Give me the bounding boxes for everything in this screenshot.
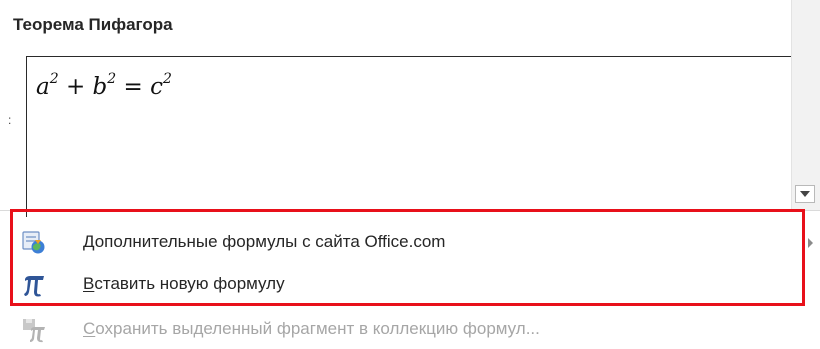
save-selection-label: Сохранить выделенный фрагмент в коллекци…	[83, 319, 540, 339]
submenu-arrow-icon	[808, 238, 813, 248]
save-formula-icon	[23, 319, 45, 343]
gallery-item-title: Теорема Пифагора	[13, 15, 173, 34]
gallery-scrollbar[interactable]	[791, 0, 820, 210]
formula-plus: +	[58, 74, 93, 100]
left-edge-glyph: :	[8, 113, 12, 127]
formula-preview[interactable]: a2 + b2 = c2	[26, 56, 793, 217]
formula-a-exponent: 2	[49, 71, 59, 87]
save-selection-to-gallery-item: Сохранить выделенный фрагмент в коллекци…	[0, 311, 820, 347]
formula-equals: =	[116, 74, 151, 100]
save-selection-accelerator: С	[83, 319, 96, 338]
formula-b-exponent: 2	[107, 71, 117, 87]
chevron-down-icon	[800, 191, 810, 197]
scroll-down-button[interactable]	[795, 185, 815, 203]
formula-c: c	[150, 74, 163, 100]
pythagorean-formula: a2 + b2 = c2	[36, 71, 172, 100]
formula-a: a	[36, 74, 50, 100]
formula-c-exponent: 2	[163, 71, 172, 87]
highlight-box	[10, 209, 805, 306]
formula-b: b	[92, 74, 108, 100]
save-selection-label-text: охранить выделенный фрагмент в коллекцию…	[95, 319, 540, 338]
equation-gallery-item[interactable]: Теорема Пифагора a2 + b2 = c2	[11, 8, 793, 217]
